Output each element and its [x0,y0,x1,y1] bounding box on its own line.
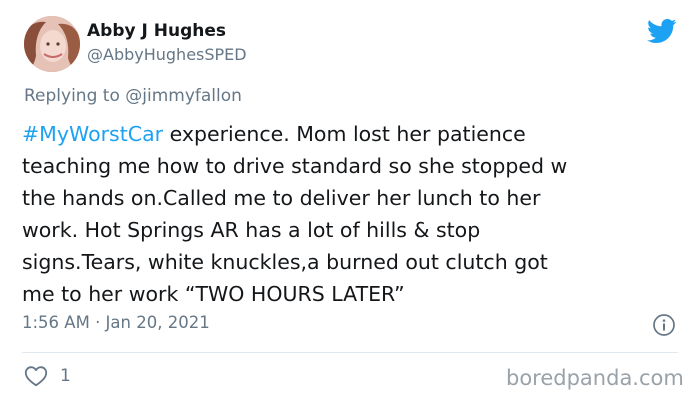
tweet-line: #MyWorstCar experience. Mom lost her pat… [22,118,682,150]
tweet-line: me to her work “TWO HOURS LATER” [22,282,405,306]
reply-mention-link[interactable]: @jimmyfallon [125,86,242,106]
tweet-line: teaching me how to drive standard so she… [22,154,568,178]
info-icon[interactable] [652,313,676,337]
avatar-image [24,16,80,72]
tweet-line: signs.Tears, white knuckles,a burned out… [22,250,548,274]
avatar[interactable] [24,16,80,72]
author-display-name[interactable]: Abby J Hughes [87,21,226,41]
heart-icon[interactable] [24,365,48,387]
tweet-timestamp[interactable]: 1:56 AM · Jan 20, 2021 [22,313,210,332]
tweet-card: Abby J Hughes @AbbyHughesSPED Replying t… [0,0,700,402]
tweet-line: work. Hot Springs AR has a lot of hills … [22,218,481,242]
tweet-text: #MyWorstCar experience. Mom lost her pat… [22,118,682,310]
tweet-line-text: experience. Mom lost her patience [163,122,526,146]
replying-to-line: Replying to @jimmyfallon [24,86,242,106]
twitter-bird-icon[interactable] [646,16,678,46]
replying-to-label: Replying to [24,86,126,106]
author-handle[interactable]: @AbbyHughesSPED [87,45,247,64]
watermark: boredpanda.com [506,366,684,390]
tweet-line: the hands on.Called me to deliver her lu… [22,186,541,210]
divider [22,352,678,353]
hashtag-link[interactable]: #MyWorstCar [22,122,163,146]
like-count: 1 [60,366,71,386]
